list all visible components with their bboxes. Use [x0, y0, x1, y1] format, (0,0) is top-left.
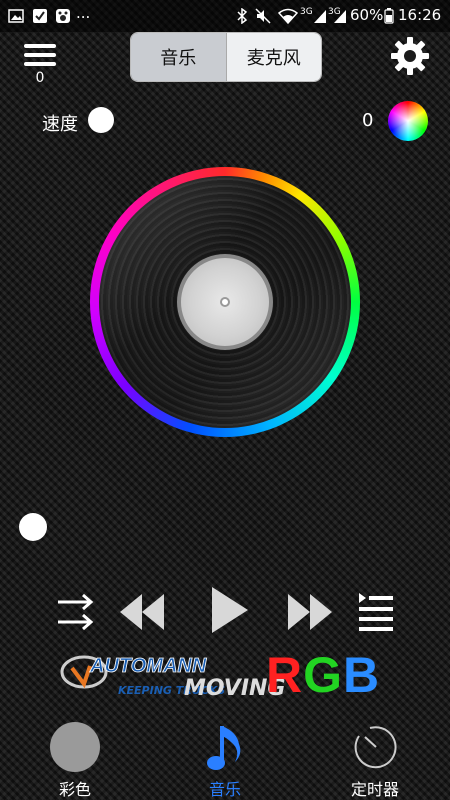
signal-icon-2	[334, 10, 346, 23]
nav-timer-label: 定时器	[350, 780, 399, 799]
gallery-notification-icon	[8, 9, 24, 23]
color-circle-icon	[50, 722, 100, 772]
settings-gear-icon	[391, 37, 429, 75]
color-value: 0	[362, 110, 374, 131]
clock: 16:26	[398, 6, 442, 24]
speed-slider-thumb[interactable]	[88, 107, 114, 133]
status-bar: ... 3G 3G 60% 16:26	[0, 0, 450, 32]
timer-icon	[354, 726, 397, 769]
tab-music[interactable]: 音乐	[131, 33, 226, 81]
mode-toggle: 音乐 麦克风	[130, 32, 322, 82]
playlist-icon	[359, 593, 393, 631]
rgb-letter-g: G	[303, 647, 344, 703]
rgb-letter-b: B	[343, 647, 381, 703]
menu-button[interactable]: 0	[22, 42, 60, 86]
checkbox-notification-icon	[33, 9, 47, 23]
position-slider-thumb[interactable]	[19, 513, 47, 541]
menu-count: 0	[35, 70, 45, 86]
rgb-logo: RGB	[266, 646, 380, 704]
shuffle-icon	[58, 593, 94, 631]
next-icon	[288, 594, 332, 630]
speed-label: 速度	[42, 114, 78, 135]
nav-music[interactable]: 音乐	[185, 720, 265, 800]
more-notifications: ...	[76, 4, 91, 22]
bluetooth-icon	[237, 8, 248, 24]
automann-wordmark: AUTOMANN	[89, 655, 207, 677]
nav-color[interactable]: 彩色	[35, 720, 115, 800]
previous-icon	[120, 594, 164, 630]
tab-microphone[interactable]: 麦克风	[225, 33, 321, 81]
nav-timer[interactable]: 定时器	[335, 720, 415, 800]
mute-icon	[255, 8, 271, 24]
nav-music-label: 音乐	[208, 780, 241, 799]
play-icon	[212, 587, 248, 633]
record-spindle-hole	[220, 297, 230, 307]
music-note-icon	[207, 726, 241, 770]
battery-charging-icon	[384, 8, 394, 24]
battery-percent: 60%	[350, 6, 384, 24]
shuffle-button[interactable]	[55, 590, 95, 634]
color-wheel-button[interactable]	[388, 101, 428, 141]
settings-button[interactable]	[390, 36, 430, 76]
nav-color-label: 彩色	[58, 780, 91, 799]
signal-icon-1	[314, 10, 326, 23]
paw-notification-icon	[56, 9, 70, 23]
play-button[interactable]	[208, 584, 250, 636]
next-button[interactable]	[286, 590, 334, 634]
rgb-letter-r: R	[266, 647, 304, 703]
wifi-icon	[278, 8, 298, 24]
network-type-1: 3G	[300, 7, 313, 17]
playlist-button[interactable]	[357, 590, 395, 634]
previous-button[interactable]	[118, 590, 166, 634]
